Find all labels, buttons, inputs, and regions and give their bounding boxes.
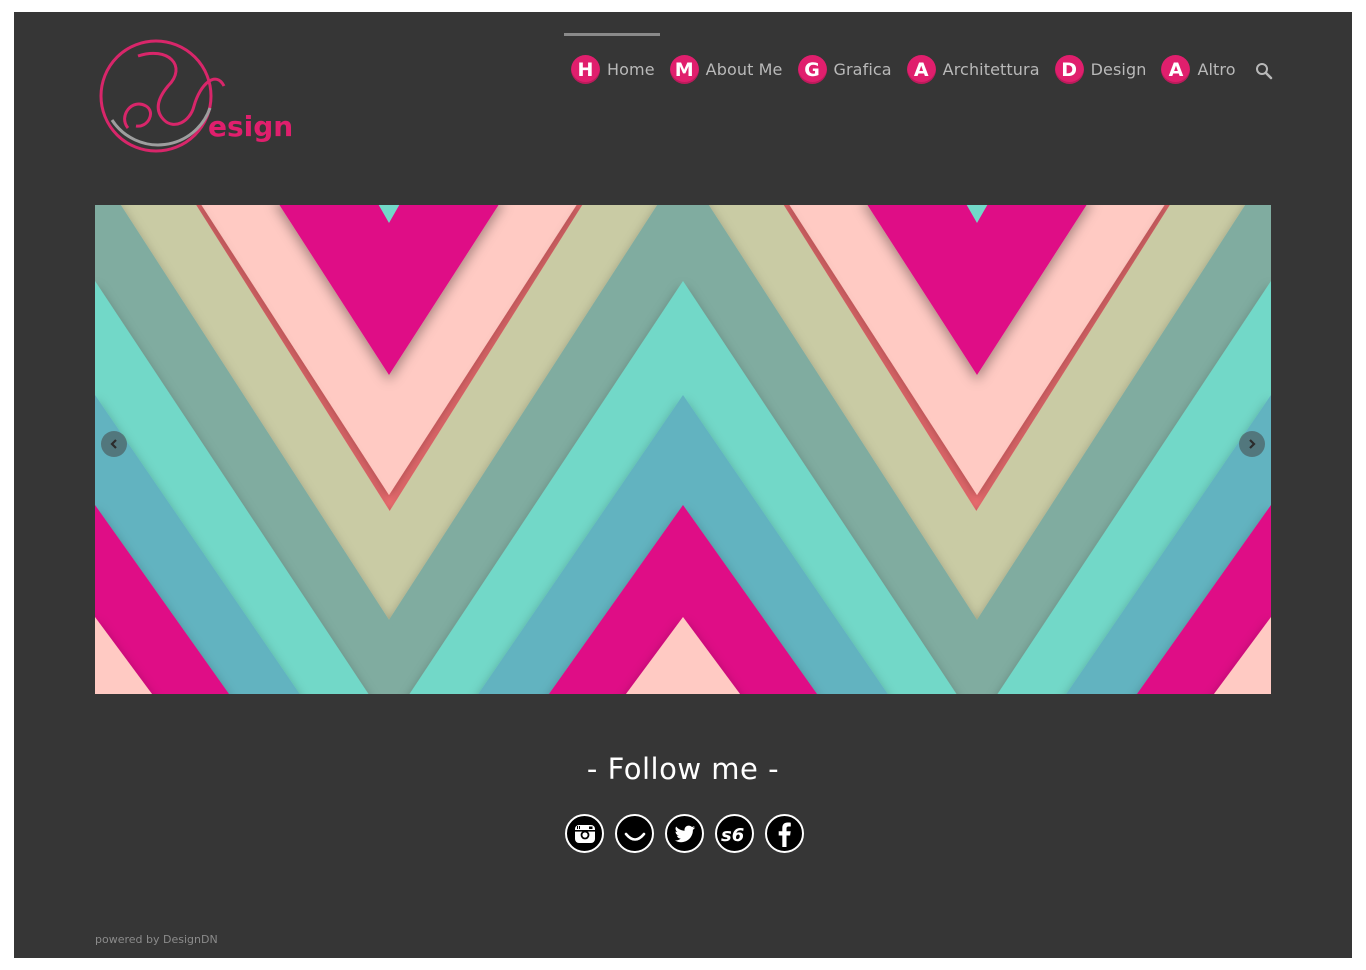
s6-icon: s6 [721, 825, 744, 846]
footer-credit: powered by DesignDN [95, 933, 218, 946]
nav-label: Architettura [942, 60, 1040, 79]
nav-badge: D [1054, 55, 1084, 84]
nav-label: Design [1090, 60, 1147, 79]
social-links: s6 [565, 814, 804, 853]
nav-item-home[interactable]: H Home [571, 55, 655, 84]
twitter-button[interactable] [665, 814, 704, 853]
search-icon[interactable] [1255, 62, 1273, 80]
nav-label: Altro [1197, 60, 1236, 79]
svg-text:esign: esign [208, 110, 293, 143]
svg-text:s6: s6 [721, 825, 744, 846]
instagram-icon [574, 824, 595, 843]
logo-mark: esign [99, 39, 293, 153]
nav-label: Grafica [833, 60, 892, 79]
nav-badge: H [571, 55, 600, 84]
nav-label: Home [607, 60, 655, 79]
instagram-button[interactable] [565, 814, 604, 853]
slider-next-button[interactable] [1239, 431, 1265, 457]
follow-title: - Follow me - [586, 752, 780, 786]
smile-button[interactable] [615, 814, 654, 853]
nav-badge: G [797, 55, 827, 84]
slider-image [95, 205, 1271, 694]
chevron-right-icon [1249, 439, 1256, 449]
nav-badge: M [669, 55, 699, 84]
facebook-button[interactable] [765, 814, 804, 853]
nav-item-architettura[interactable]: A Architettura [906, 55, 1040, 84]
hero-slider[interactable] [95, 205, 1271, 694]
nav-item-design[interactable]: D Design [1054, 55, 1147, 84]
nav-badge: A [906, 55, 936, 84]
nav-item-altro[interactable]: A Altro [1161, 55, 1236, 84]
smile-icon [624, 832, 645, 841]
chevron-left-icon [110, 439, 117, 449]
slider-prev-button[interactable] [101, 431, 127, 457]
nav-active-indicator [564, 33, 660, 36]
nav-badge: A [1161, 55, 1191, 84]
site-logo[interactable]: esign [98, 36, 308, 160]
nav-item-about-me[interactable]: M About Me [669, 55, 783, 84]
main-nav: H Home M About Me G Grafica A Architettu… [571, 55, 1236, 84]
nav-item-grafica[interactable]: G Grafica [797, 55, 892, 84]
twitter-icon [674, 825, 695, 842]
nav-label: About Me [705, 60, 783, 79]
page: esign H Home M About Me G Grafica A Arch… [14, 12, 1352, 958]
s6-button[interactable]: s6 [715, 814, 754, 853]
facebook-icon [778, 822, 791, 847]
